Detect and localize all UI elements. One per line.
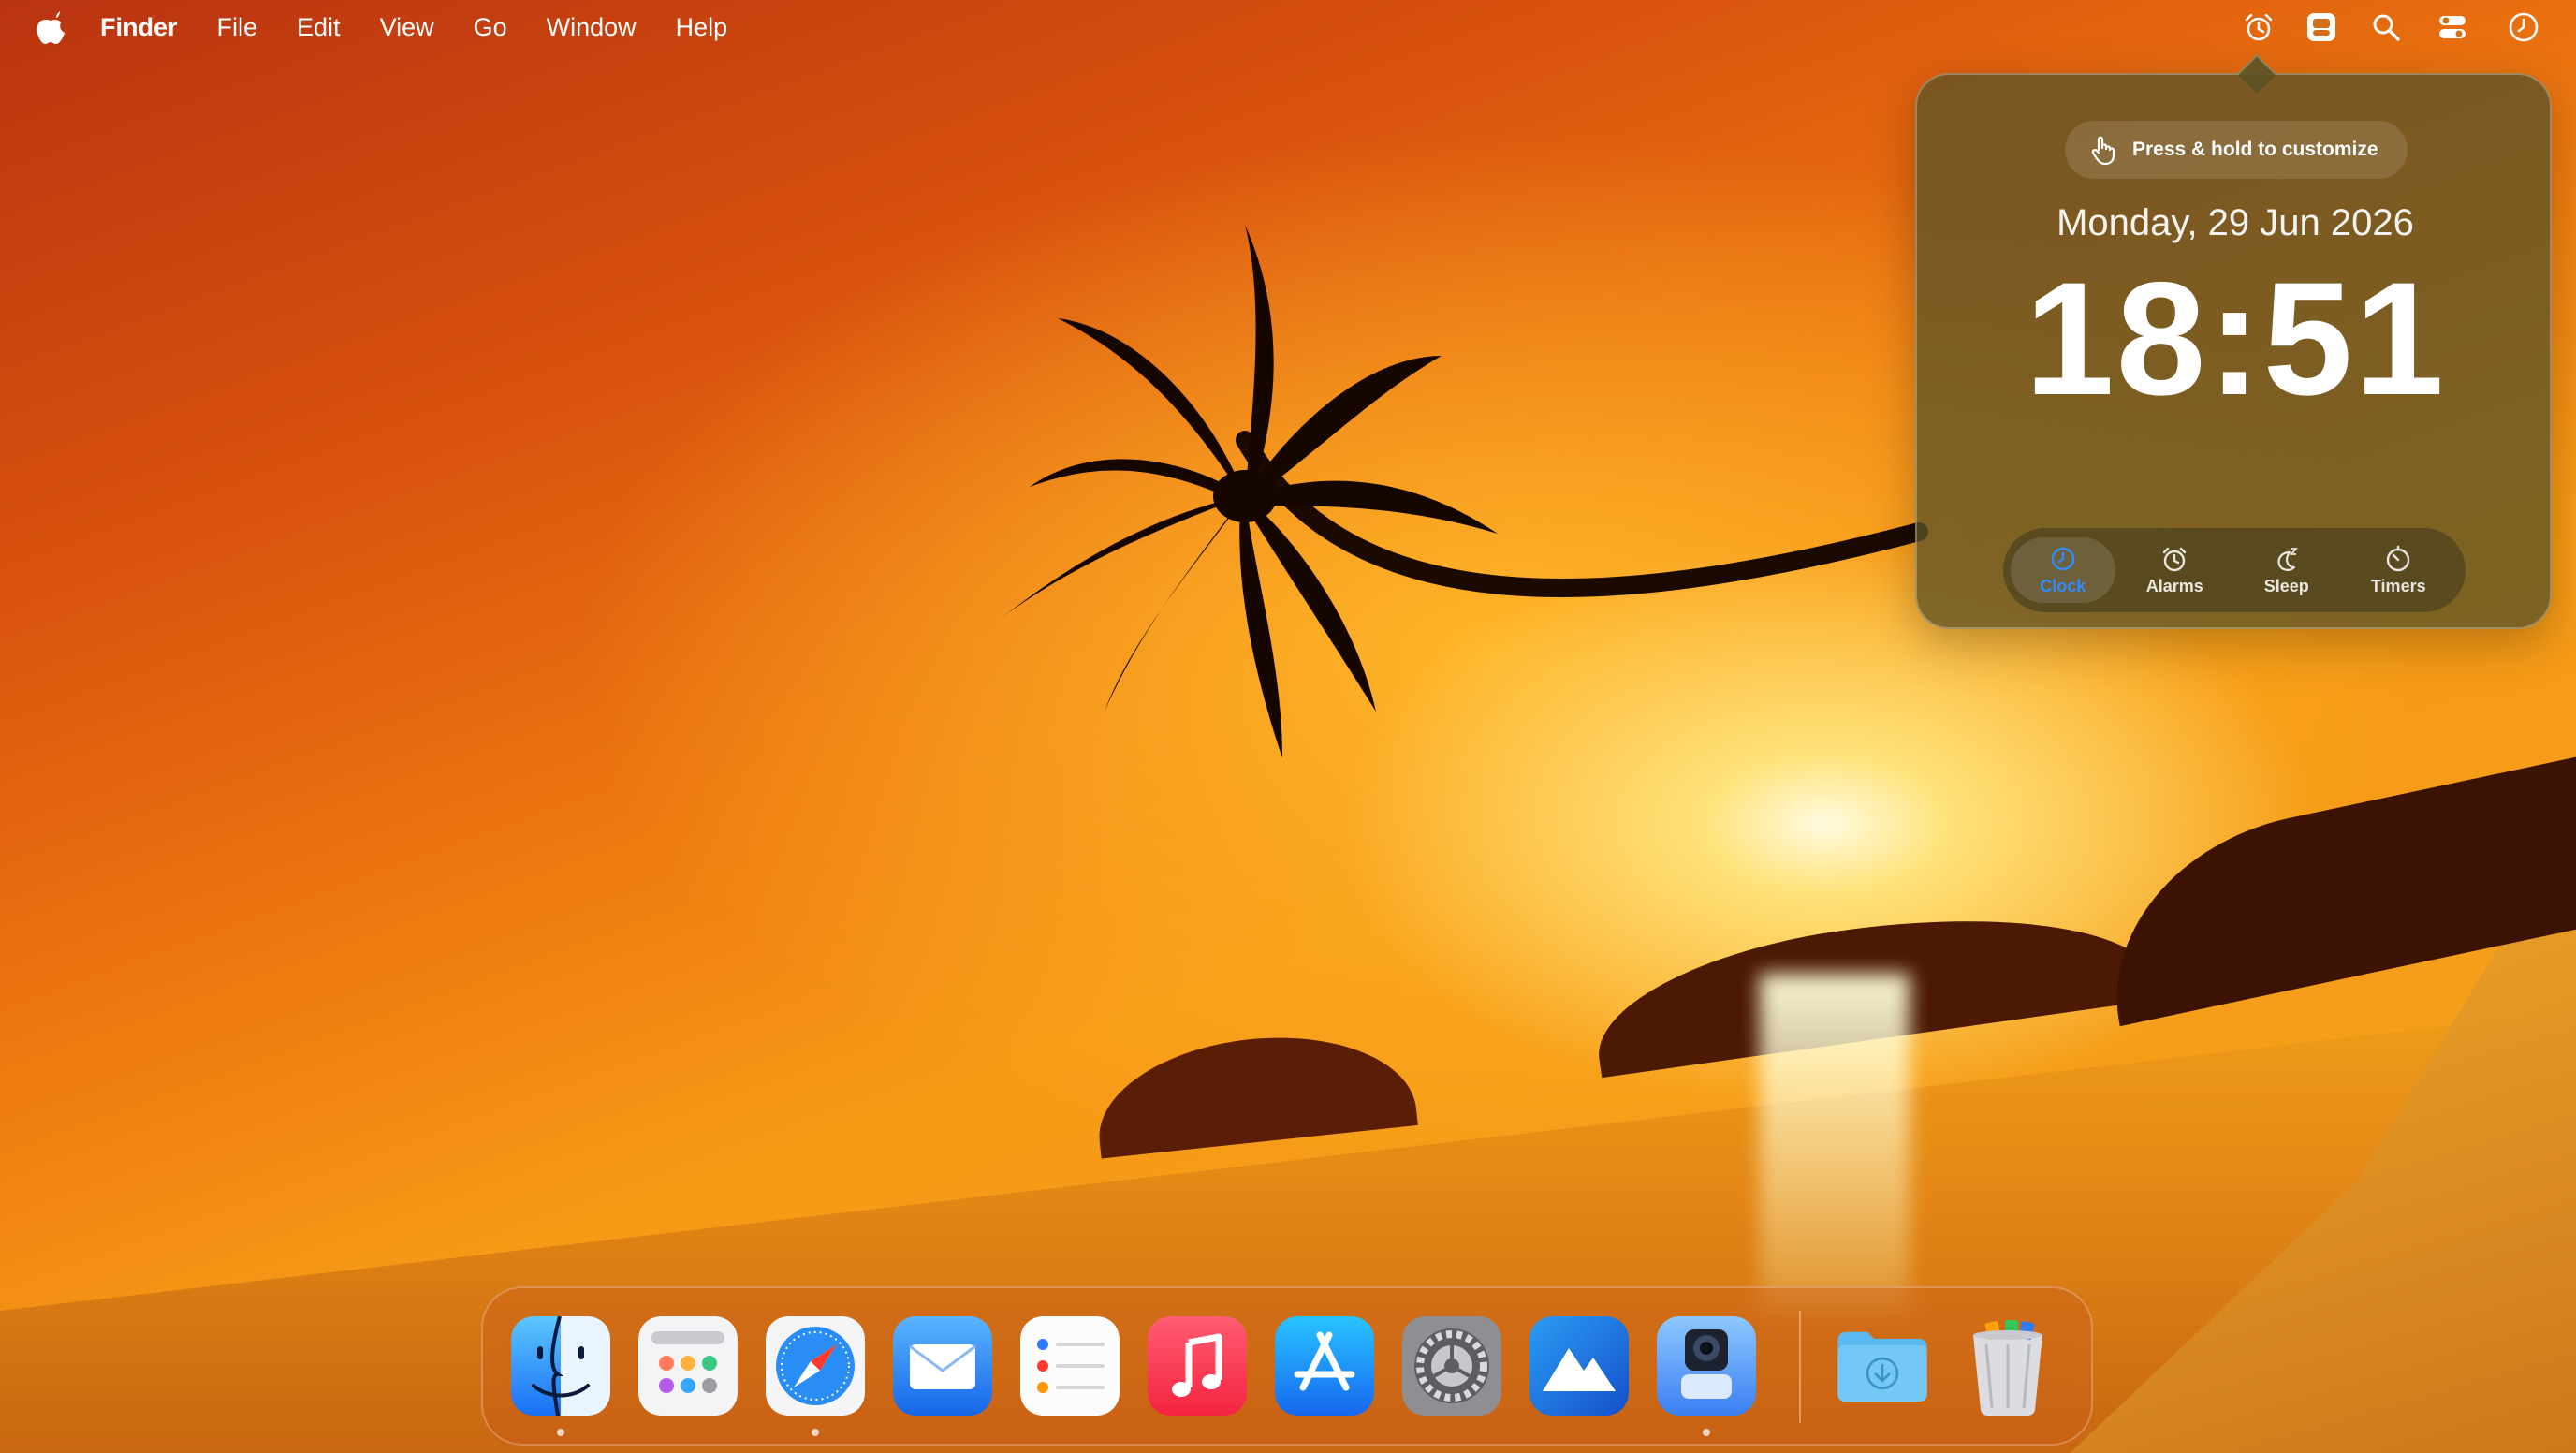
menu-file[interactable]: File [217,13,258,42]
timer-icon [2387,545,2410,571]
alarm-clock-icon[interactable] [2243,11,2275,43]
safari-icon[interactable] [766,1316,865,1416]
app-store-icon[interactable] [1275,1316,1374,1416]
menu-extra-icon[interactable] [2305,11,2337,43]
menu-app-finder[interactable]: Finder [100,13,178,42]
system-settings-icon[interactable] [1402,1316,1501,1416]
dock-separator [1799,1311,1801,1423]
menu-view[interactable]: View [380,13,434,42]
reminders-icon[interactable] [1020,1316,1120,1416]
running-indicator [1703,1429,1710,1436]
clock-date: Monday, 29 Jun 2026 [2056,202,2414,243]
menu-go[interactable]: Go [474,13,507,42]
menu-window[interactable]: Window [547,13,637,42]
preview-icon[interactable] [1657,1316,1756,1416]
tab-timers[interactable]: Timers [2347,537,2452,603]
clock-time: 18:51 [2025,249,2446,429]
menu-edit[interactable]: Edit [297,13,341,42]
finder-icon[interactable] [511,1316,610,1416]
tab-sleep[interactable]: Sleep [2234,537,2339,603]
clock-icon [2051,547,2074,570]
clock-icon[interactable] [2508,11,2539,43]
tab-timers-label: Timers [2370,576,2426,595]
control-center-icon[interactable] [2437,11,2468,43]
hand-pointer-icon [2091,136,2115,165]
music-icon[interactable] [1148,1316,1247,1416]
dock [481,1286,2093,1446]
tab-alarms-label: Alarms [2145,576,2203,595]
alarm-icon [2163,547,2187,571]
running-indicator [557,1429,564,1436]
palm-tree-silhouette [1002,225,1498,758]
tab-sleep-label: Sleep [2263,576,2309,595]
trash-icon[interactable] [1958,1316,2057,1416]
tab-clock[interactable]: Clock [2011,537,2115,603]
running-indicator [812,1429,819,1436]
clock-widget-panel: Press & hold to customize Monday, 29 Jun… [1915,53,2552,629]
menu-bar: Finder File Edit View Go Window Help [0,0,2576,54]
sleep-icon [2277,547,2298,571]
search-icon[interactable] [2370,11,2402,43]
apple-logo-icon[interactable] [36,11,66,45]
downloads-folder-icon[interactable] [1833,1316,1932,1416]
tab-clock-label: Clock [2040,576,2086,595]
customize-hint-label: Press & hold to customize [2132,139,2378,160]
launchpad-icon[interactable] [638,1316,738,1416]
mail-icon[interactable] [893,1316,992,1416]
menu-help[interactable]: Help [676,13,728,42]
mountain-icon[interactable] [1530,1316,1629,1416]
customize-hint[interactable]: Press & hold to customize [2065,121,2408,179]
tab-alarms[interactable]: Alarms [2123,537,2228,603]
clock-tab-bar: Clock Alarms Sleep Timers [2003,528,2466,612]
